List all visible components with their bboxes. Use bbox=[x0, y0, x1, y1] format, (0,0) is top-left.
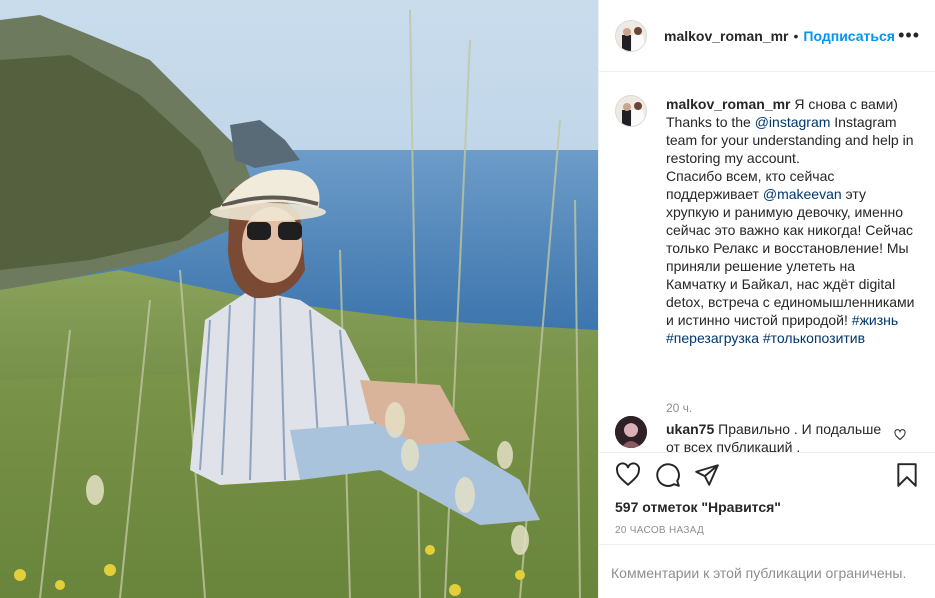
post-actions bbox=[615, 462, 920, 492]
comments-section[interactable]: malkov_roman_mr Я снова с вами) Thanks t… bbox=[599, 73, 935, 453]
likes-count[interactable]: 597 отметок "Нравится" bbox=[615, 499, 781, 515]
caption-text-part: эту хрупкую и ранимую девочку, именно се… bbox=[666, 186, 919, 328]
mention-link[interactable]: @makeevan bbox=[763, 186, 842, 202]
share-icon[interactable] bbox=[694, 462, 720, 493]
caption-timestamp[interactable]: 20 ч. bbox=[666, 401, 692, 415]
header-separator: • bbox=[793, 27, 799, 44]
caption-avatar[interactable] bbox=[615, 95, 647, 127]
post-photo-illustration bbox=[0, 0, 598, 598]
bookmark-icon[interactable] bbox=[894, 462, 920, 493]
commenter-username[interactable]: ukan75 bbox=[666, 421, 714, 437]
author-avatar[interactable] bbox=[615, 19, 647, 52]
caption-username[interactable]: malkov_roman_mr bbox=[666, 96, 791, 112]
post-date[interactable]: 20 часов назад bbox=[615, 525, 704, 536]
caption-text: malkov_roman_mr Я снова с вами) Thanks t… bbox=[666, 95, 918, 347]
comments-restricted-notice: Комментарии к этой публикации ограничены… bbox=[599, 544, 935, 598]
post-photo[interactable] bbox=[0, 0, 598, 598]
post-header: malkov_roman_mr • Подписаться ••• bbox=[599, 0, 935, 72]
author-username[interactable]: malkov_roman_mr bbox=[664, 28, 789, 44]
comment-text: ukan75 Правильно . И подальше от всех пу… bbox=[666, 420, 892, 452]
post-sidebar: malkov_roman_mr • Подписаться ••• malkov… bbox=[598, 0, 935, 598]
comment-icon[interactable] bbox=[655, 462, 681, 493]
follow-button[interactable]: Подписаться bbox=[803, 28, 895, 44]
heart-outline-icon[interactable] bbox=[894, 428, 906, 446]
avatar-image bbox=[616, 20, 646, 51]
more-horizontal-icon[interactable]: ••• bbox=[898, 26, 920, 44]
hashtag-link[interactable]: #жизнь bbox=[852, 312, 898, 328]
avatar-image bbox=[616, 96, 646, 126]
hashtag-link[interactable]: #толькопозитив bbox=[763, 330, 865, 346]
hashtag-link[interactable]: #перезагрузка bbox=[666, 330, 759, 346]
mention-link[interactable]: @instagram bbox=[755, 114, 831, 130]
commenter-avatar[interactable] bbox=[615, 416, 647, 448]
avatar-image bbox=[615, 416, 647, 448]
heart-icon[interactable] bbox=[615, 462, 641, 493]
